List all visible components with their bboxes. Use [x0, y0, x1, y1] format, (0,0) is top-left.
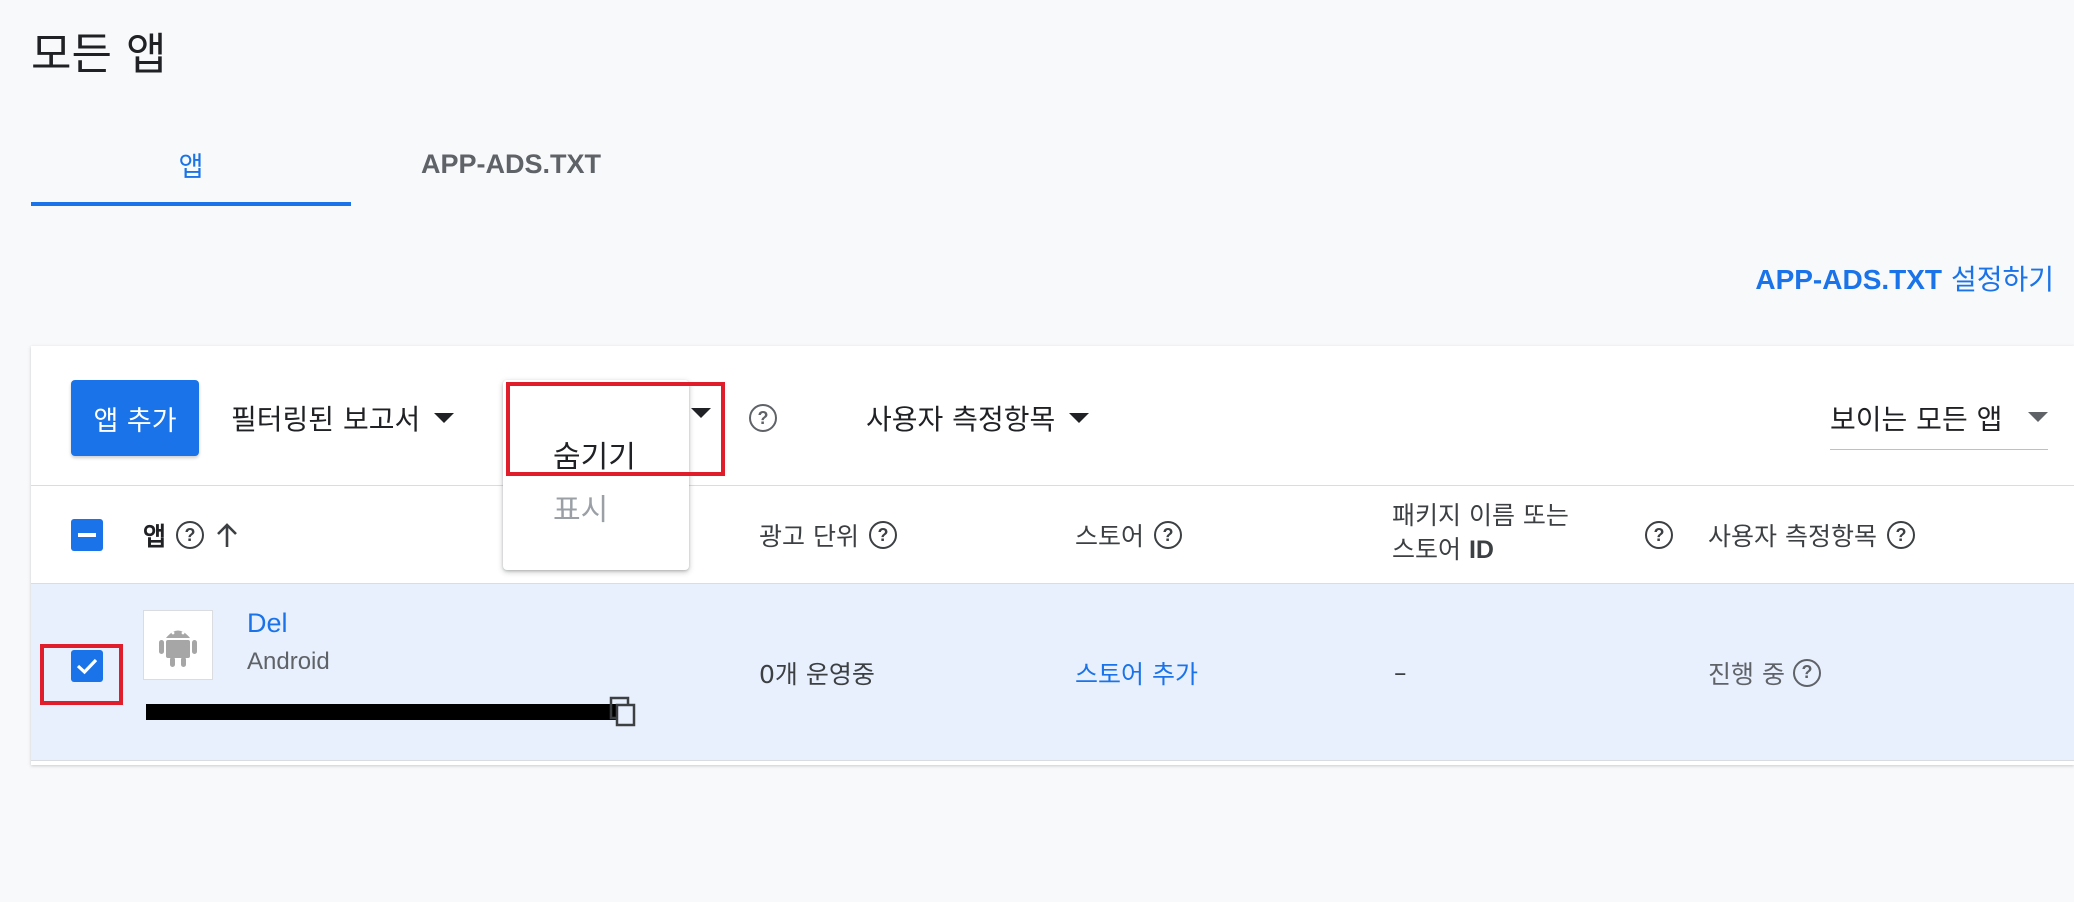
check-icon: [76, 658, 98, 675]
app-name-link[interactable]: Del: [247, 608, 288, 639]
android-icon: [159, 630, 197, 667]
user-metrics-label: 사용자 측정항목: [866, 403, 1056, 436]
header-user-metrics-label: 사용자 측정항목: [1708, 522, 1877, 551]
header-package-name: 패키지 이름 또는 스토어 ID: [1392, 500, 1569, 566]
setup-app-ads-txt-link[interactable]: APP-ADS.TXT 설정하기: [1755, 258, 2054, 298]
header-app[interactable]: 앱 ?: [143, 486, 240, 584]
row-checkbox[interactable]: [71, 650, 103, 682]
table-row: Del Android 0개 운영중 스토어 추가 – 진행 중 ?: [31, 584, 2074, 761]
app-icon: [143, 610, 213, 680]
chevron-down-icon: [2028, 412, 2048, 422]
header-store-label: 스토어: [1075, 522, 1145, 551]
dropdown-caret-icon: [434, 413, 455, 423]
store-cell: 스토어 추가: [1075, 584, 1198, 761]
ad-units-value: 0개 운영중: [759, 659, 875, 689]
apps-toolbar: 앱 추가 필터링된 보고서 ? 사용자 측정항목 보이는 모든 앱: [31, 346, 2074, 486]
app-platform: Android: [247, 648, 330, 675]
help-icon: ?: [1645, 521, 1673, 549]
copy-icon[interactable]: [609, 870, 637, 902]
table-header-row: 앱 ? 광고 단위 ? 스토어 ? 패키지 이름 또는 스토어 ID ? 사용자…: [31, 486, 2074, 584]
dropdown-caret-icon: [691, 408, 711, 418]
help-icon[interactable]: ?: [1154, 521, 1183, 549]
ad-units-cell: 0개 운영중: [759, 584, 875, 761]
redacted-app-id: [146, 704, 626, 720]
setup-link-latin: APP-ADS.TXT: [1755, 264, 1943, 295]
filtered-report-dropdown[interactable]: 필터링된 보고서: [231, 398, 455, 438]
help-icon[interactable]: ?: [1792, 658, 1821, 687]
sort-arrow-up-icon[interactable]: [214, 521, 240, 549]
apps-card: 앱 추가 필터링된 보고서 ? 사용자 측정항목 보이는 모든 앱 앱 ? 광고…: [31, 346, 2074, 765]
app-id: [146, 698, 626, 724]
add-app-label: 앱 추가: [93, 405, 177, 437]
header-package-line2: 스토어 ID: [1392, 534, 1494, 566]
tab-apps-label: 앱: [178, 151, 204, 183]
header-app-label: 앱: [143, 522, 167, 551]
header-package-line2-id: ID: [1468, 536, 1494, 564]
header-user-metrics: 사용자 측정항목 ?: [1708, 486, 1915, 584]
header-package-line2-ko: 스토어: [1392, 535, 1469, 564]
package-cell: –: [1394, 584, 1407, 761]
menu-item-hide[interactable]: 숨기기: [553, 432, 636, 476]
select-all-checkbox[interactable]: [71, 519, 103, 551]
minus-icon: [78, 533, 96, 537]
dropdown-caret-icon: [1069, 413, 1090, 423]
page-title: 모든 앱: [31, 29, 167, 80]
visibility-dropdown-caret[interactable]: [691, 408, 711, 418]
header-package-line1: 패키지 이름 또는: [1392, 501, 1569, 530]
tab-app-ads-txt[interactable]: APP-ADS.TXT: [351, 122, 671, 206]
menu-item-show: 표시: [553, 493, 609, 528]
user-metrics-status: 진행 중: [1708, 659, 1785, 689]
app-view-select-value: 보이는 모든 앱: [1830, 403, 2003, 436]
add-app-button[interactable]: 앱 추가: [71, 380, 199, 456]
help-icon[interactable]: ?: [176, 521, 205, 549]
help-icon[interactable]: ?: [1886, 521, 1915, 549]
user-metrics-cell: 진행 중 ?: [1708, 584, 1821, 761]
header-ad-units: 광고 단위 ?: [759, 486, 897, 584]
filtered-report-label: 필터링된 보고서: [231, 403, 421, 436]
add-store-link[interactable]: 스토어 추가: [1075, 655, 1198, 691]
help-icon[interactable]: ?: [868, 521, 897, 549]
header-ad-units-label: 광고 단위: [759, 522, 859, 551]
setup-link-korean: 설정하기: [1942, 263, 2054, 296]
user-metrics-dropdown[interactable]: 사용자 측정항목: [866, 398, 1090, 438]
tab-bar: 앱 APP-ADS.TXT: [31, 122, 671, 206]
help-icon: ?: [749, 404, 777, 432]
active-tab-indicator: [31, 202, 351, 206]
copy-icon[interactable]: [609, 696, 637, 728]
app-view-select[interactable]: 보이는 모든 앱: [1830, 398, 2048, 450]
visibility-menu: 숨기기 표시: [503, 380, 689, 570]
visibility-help[interactable]: ?: [749, 404, 777, 432]
header-package-help[interactable]: ?: [1645, 486, 1673, 584]
package-value: –: [1394, 658, 1407, 687]
header-store: 스토어 ?: [1075, 486, 1183, 584]
tab-apps[interactable]: 앱: [31, 122, 351, 206]
tab-app-ads-txt-label: APP-ADS.TXT: [420, 148, 601, 179]
